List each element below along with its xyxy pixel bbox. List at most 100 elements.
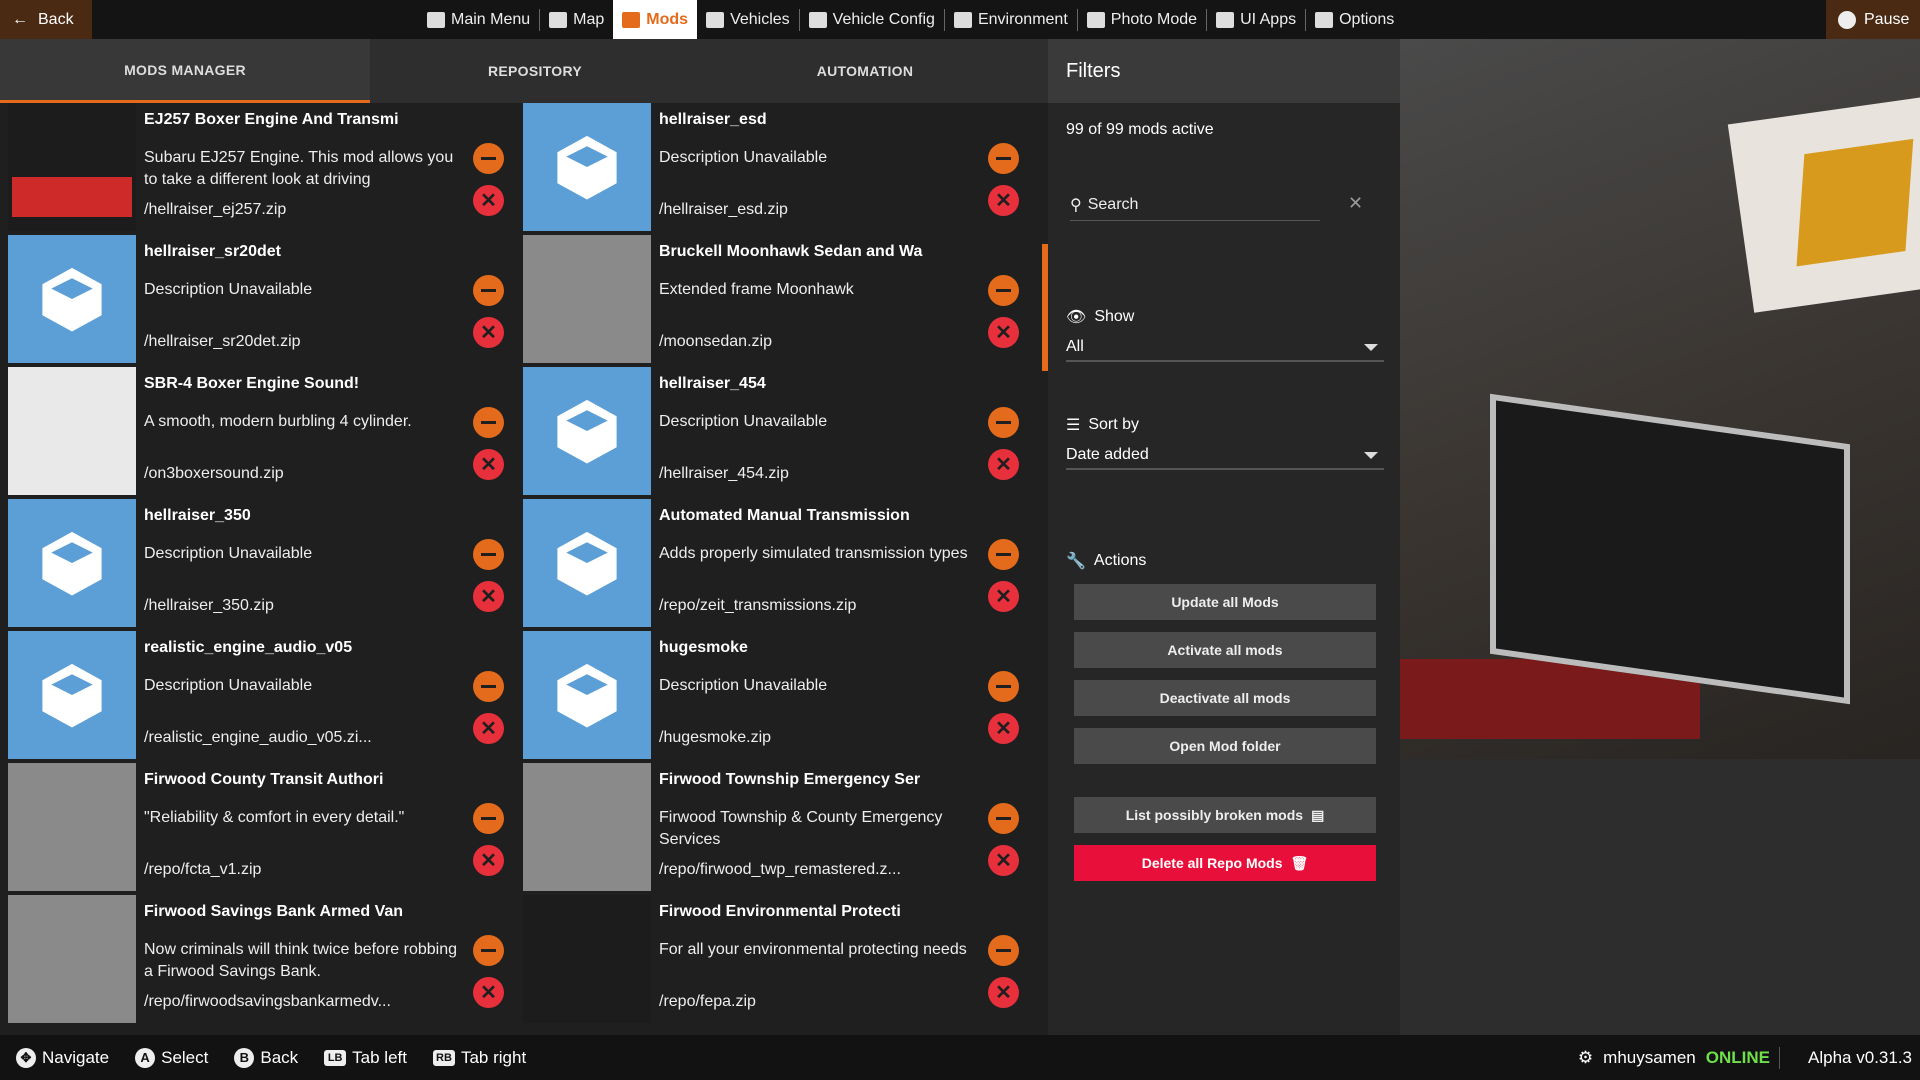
tab-vehicles[interactable]: Vehicles xyxy=(697,0,799,39)
mod-card[interactable]: Bruckell Moonhawk Sedan and Wa Extended f… xyxy=(523,235,1028,363)
close-icon: ✕ xyxy=(995,585,1012,608)
puzzle-icon xyxy=(622,11,641,28)
close-icon: ✕ xyxy=(480,585,497,608)
mod-thumbnail xyxy=(523,235,651,363)
sort-select[interactable]: Date added xyxy=(1066,442,1384,470)
mod-card[interactable]: Firwood Environmental Protecti For all yo… xyxy=(523,895,1028,1023)
sort-icon: ☰ xyxy=(1066,417,1081,434)
mod-card[interactable]: hugesmoke Description Unavailable/hugesmo… xyxy=(523,631,1028,759)
deactivate-mod-button[interactable] xyxy=(473,803,504,834)
clear-search-icon[interactable]: ✕ xyxy=(1348,193,1363,214)
tab-mods[interactable]: Mods xyxy=(613,0,698,39)
deactivate-mod-button[interactable] xyxy=(988,407,1019,438)
package-icon xyxy=(42,531,102,596)
deactivate-mod-button[interactable] xyxy=(473,275,504,306)
delete-mod-button[interactable]: ✕ xyxy=(473,581,504,612)
mod-title: EJ257 Boxer Engine And Transmi xyxy=(144,111,399,128)
delete-mod-button[interactable]: ✕ xyxy=(473,317,504,348)
delete-mod-button[interactable]: ✕ xyxy=(988,713,1019,744)
tab-main-menu[interactable]: Main Menu xyxy=(418,0,539,39)
tab-map[interactable]: Map xyxy=(540,0,613,39)
mod-path: /repo/zeit_transmissions.zip xyxy=(659,597,857,614)
document-search-icon: ▤ xyxy=(1311,806,1325,823)
close-icon: ✕ xyxy=(995,189,1012,212)
delete-mod-button[interactable]: ✕ xyxy=(988,977,1019,1008)
mod-thumbnail xyxy=(523,895,651,1023)
filters-title: Filters xyxy=(1048,39,1400,103)
delete-mod-button[interactable]: ✕ xyxy=(473,977,504,1008)
delete-mod-button[interactable]: ✕ xyxy=(988,449,1019,480)
update-all-mods-button[interactable]: Update all Mods xyxy=(1074,584,1376,620)
mod-card[interactable]: hellraiser_esd Description Unavailable/he… xyxy=(523,103,1028,231)
sub-tabs: MODS MANAGER REPOSITORY AUTOMATION xyxy=(0,39,1048,103)
mod-title: realistic_engine_audio_v05 xyxy=(144,639,353,656)
search-input[interactable]: ⚲ Search xyxy=(1070,189,1320,221)
bottom-hint-bar: ✥ Navigate A Select B Back LB Tab left RB Tab rig… xyxy=(0,1035,1920,1080)
mod-thumbnail xyxy=(8,763,136,891)
sort-label: ☰ Sort by xyxy=(1066,416,1140,434)
weather-icon xyxy=(953,11,972,28)
list-broken-mods-button[interactable]: List possibly broken mods ▤ xyxy=(1074,797,1376,833)
deactivate-mod-button[interactable] xyxy=(473,671,504,702)
delete-mod-button[interactable]: ✕ xyxy=(988,317,1019,348)
delete-mod-button[interactable]: ✕ xyxy=(988,581,1019,612)
controller-button-icon: RB xyxy=(432,1049,455,1066)
show-select[interactable]: All xyxy=(1066,334,1384,362)
steam-icon: ⚙ xyxy=(1577,1047,1594,1067)
mod-card[interactable]: hellraiser_sr20det Description Unavailabl… xyxy=(8,235,523,363)
mod-path: /hellraiser_sr20det.zip xyxy=(144,333,301,350)
deactivate-mod-button[interactable] xyxy=(988,275,1019,306)
camera-icon xyxy=(1086,11,1105,28)
mod-card[interactable]: hellraiser_454 Description Unavailable/he… xyxy=(523,367,1028,495)
mod-card[interactable]: Firwood Savings Bank Armed Van Now crimin… xyxy=(8,895,523,1023)
username: mhuysamen xyxy=(1603,1047,1696,1067)
mod-list: EJ257 Boxer Engine And Transmi Subaru EJ2… xyxy=(8,103,1028,1035)
package-icon xyxy=(557,663,617,728)
deactivate-mod-button[interactable] xyxy=(988,935,1019,966)
delete-mod-button[interactable]: ✕ xyxy=(988,185,1019,216)
delete-repo-mods-button[interactable]: Delete all Repo Mods 🗑 xyxy=(1074,845,1376,881)
deactivate-mod-button[interactable] xyxy=(988,671,1019,702)
mod-card[interactable]: Automated Manual Transmission Adds proper… xyxy=(523,499,1028,627)
deactivate-mod-button[interactable] xyxy=(988,539,1019,570)
mod-card[interactable]: EJ257 Boxer Engine And Transmi Subaru EJ2… xyxy=(8,103,523,231)
deactivate-mod-button[interactable] xyxy=(473,407,504,438)
tab-repository[interactable]: REPOSITORY xyxy=(370,39,700,103)
tab-options[interactable]: Options xyxy=(1306,0,1403,39)
delete-mod-button[interactable]: ✕ xyxy=(473,449,504,480)
open-mod-folder-button[interactable]: Open Mod folder xyxy=(1074,728,1376,764)
controller-button-icon: A xyxy=(135,1047,156,1068)
controller-button-icon: LB xyxy=(324,1049,347,1066)
mod-description: Adds properly simulated transmission typ… xyxy=(659,545,968,562)
back-button[interactable]: ← Back xyxy=(0,0,92,39)
tab-vehicle-config[interactable]: Vehicle Config xyxy=(800,0,944,39)
mod-card[interactable]: hellraiser_350 Description Unavailable/he… xyxy=(8,499,523,627)
tab-photo-mode[interactable]: Photo Mode xyxy=(1078,0,1206,39)
deactivate-mod-button[interactable] xyxy=(473,935,504,966)
mod-title: hellraiser_sr20det xyxy=(144,243,281,260)
deactivate-all-mods-button[interactable]: Deactivate all mods xyxy=(1074,680,1376,716)
delete-mod-button[interactable]: ✕ xyxy=(988,845,1019,876)
delete-mod-button[interactable]: ✕ xyxy=(473,713,504,744)
mod-thumbnail xyxy=(8,103,136,231)
pause-button[interactable]: Pause xyxy=(1826,0,1920,39)
mod-card[interactable]: Firwood Township Emergency Ser Firwood To… xyxy=(523,763,1028,891)
mod-description: Extended frame Moonhawk xyxy=(659,281,854,298)
delete-mod-button[interactable]: ✕ xyxy=(473,185,504,216)
deactivate-mod-button[interactable] xyxy=(473,539,504,570)
tab-mods-manager[interactable]: MODS MANAGER xyxy=(0,39,370,103)
deactivate-mod-button[interactable] xyxy=(988,143,1019,174)
package-icon xyxy=(42,267,102,332)
deactivate-mod-button[interactable] xyxy=(473,143,504,174)
tab-ui-apps[interactable]: UI Apps xyxy=(1207,0,1305,39)
mod-card[interactable]: Firwood County Transit Authori "Reliabili… xyxy=(8,763,523,891)
mod-card[interactable]: SBR-4 Boxer Engine Sound! A smooth, moder… xyxy=(8,367,523,495)
tab-environment[interactable]: Environment xyxy=(945,0,1077,39)
activate-all-mods-button[interactable]: Activate all mods xyxy=(1074,632,1376,668)
mod-title: Firwood Township Emergency Ser xyxy=(659,771,921,788)
mod-card[interactable]: realistic_engine_audio_v05 Description Un… xyxy=(8,631,523,759)
deactivate-mod-button[interactable] xyxy=(988,803,1019,834)
close-icon: ✕ xyxy=(995,849,1012,872)
delete-mod-button[interactable]: ✕ xyxy=(473,845,504,876)
tab-automation[interactable]: AUTOMATION xyxy=(700,39,1030,103)
